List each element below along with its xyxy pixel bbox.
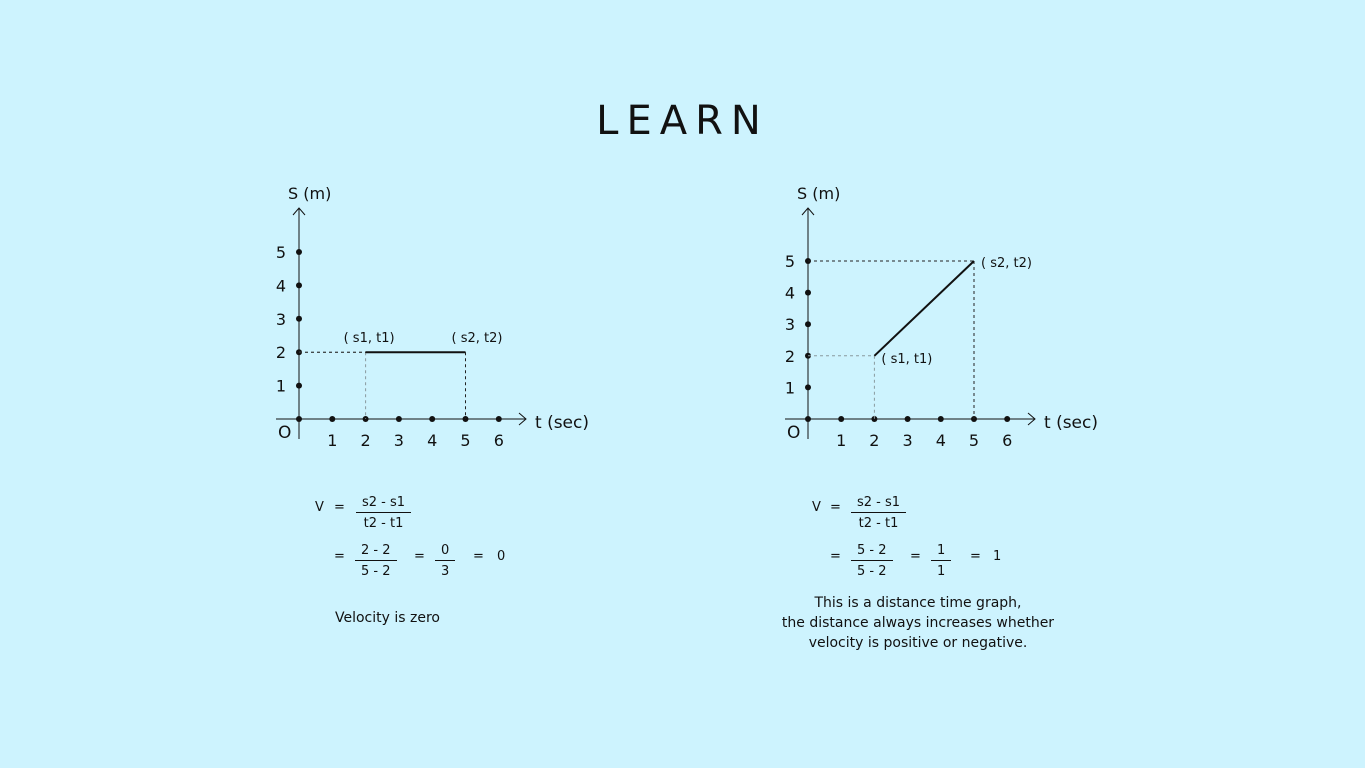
point-annotation: ( s1, t1): [881, 352, 932, 367]
fraction-denominator: 5 - 2: [857, 564, 887, 579]
fraction-numerator: s2 - s1: [851, 495, 907, 513]
fraction-numerator: 2 - 2: [355, 543, 397, 561]
equals-sign: =: [830, 549, 841, 564]
x-tick-label: 6: [1002, 431, 1012, 450]
graph-explanation-note: This is a distance time graph, the dista…: [768, 593, 1068, 653]
x-tick-label: 4: [936, 431, 946, 450]
note-line: This is a distance time graph,: [814, 595, 1022, 611]
equals-sign: =: [473, 549, 484, 564]
origin-label: O: [787, 423, 800, 443]
equals-sign: =: [414, 549, 425, 564]
equals-sign: =: [830, 500, 841, 515]
equals-sign: =: [910, 549, 921, 564]
x-axis-label: t (sec): [1044, 413, 1098, 433]
x-tick-label: 2: [869, 431, 879, 450]
origin-point: [805, 416, 811, 422]
x-tick-label: 1: [836, 431, 846, 450]
velocity-symbol: V: [315, 500, 324, 515]
x-tick-label: 5: [969, 431, 979, 450]
note-line: the distance always increases whether: [781, 615, 1055, 631]
y-axis-label: S (m): [797, 184, 840, 203]
substitution-fraction: 5 - 2 5 - 2: [851, 543, 893, 579]
equals-sign: =: [970, 549, 981, 564]
x-tick-point: [838, 416, 845, 422]
velocity-result: 0: [497, 549, 506, 564]
fraction-denominator: t2 - t1: [363, 516, 404, 531]
x-tick-point: [1004, 416, 1011, 422]
fraction-denominator: t2 - t1: [858, 516, 899, 531]
note-line: velocity is positive or negative.: [808, 635, 1028, 651]
velocity-note: Velocity is zero: [335, 610, 440, 626]
y-tick-label: 5: [785, 252, 795, 271]
y-tick-point: [805, 321, 811, 328]
velocity-symbol: V: [812, 500, 821, 515]
distance-time-graph-right: t (sec) S (m) O 1 2 3 4 5 6 1 2 3 4 5 ( s1, t1) ( s2, t…: [785, 184, 1098, 450]
x-tick-point: [937, 416, 944, 422]
fraction-denominator: 1: [937, 564, 946, 579]
velocity-definition-fraction: s2 - s1 t2 - t1: [851, 495, 907, 531]
equals-sign: =: [334, 500, 345, 515]
y-tick-label: 1: [785, 378, 795, 397]
fraction-denominator: 5 - 2: [361, 564, 391, 579]
fraction-numerator: 0: [435, 543, 456, 561]
y-tick-point: [805, 384, 811, 391]
equals-sign: =: [334, 549, 345, 564]
y-tick-label: 3: [785, 315, 795, 334]
y-tick-label: 4: [785, 284, 795, 303]
simplified-fraction: 1 1: [931, 543, 952, 579]
simplified-fraction: 0 3: [435, 543, 456, 579]
substitution-fraction: 2 - 2 5 - 2: [355, 543, 397, 579]
velocity-result: 1: [993, 549, 1002, 564]
fraction-numerator: s2 - s1: [356, 495, 412, 513]
y-tick-point: [805, 289, 811, 296]
x-tick-label: 3: [903, 431, 913, 450]
fraction-numerator: 1: [931, 543, 952, 561]
fraction-denominator: 3: [441, 564, 450, 579]
series-line: [873, 260, 975, 357]
fraction-numerator: 5 - 2: [851, 543, 893, 561]
point-annotation: ( s2, t2): [981, 256, 1032, 271]
y-tick-label: 2: [785, 347, 795, 366]
x-tick-point: [904, 416, 911, 422]
velocity-definition-fraction: s2 - s1 t2 - t1: [356, 495, 412, 531]
